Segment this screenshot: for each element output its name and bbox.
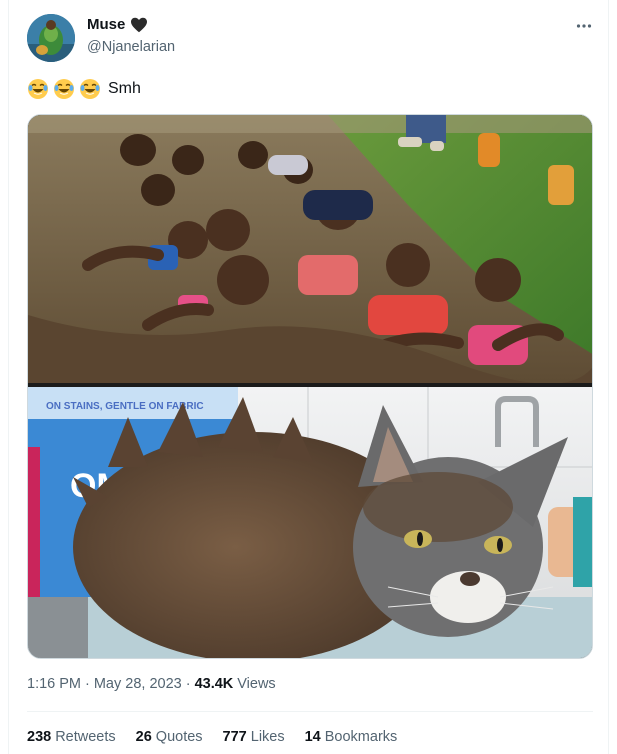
bookmarks-count: 14 [304,729,321,745]
muddy-cat-photo[interactable]: ON STAINS, GENTLE ON FABRIC OM [28,387,592,658]
retweets-stat[interactable]: 238 Retweets [27,729,116,745]
meta-separator: · [185,676,191,692]
author-display-name[interactable]: Muse [87,16,125,33]
avatar-image [27,14,75,62]
timeline-border-left [8,0,9,754]
black-heart-icon [130,17,148,33]
people-in-mud-photo[interactable] [28,115,592,383]
tweet-meta: 1:16 PM · May 28, 2023 · 43.4K Views [27,676,276,692]
retweets-count: 238 [27,729,52,745]
timeline-border-right [608,0,609,754]
tweet-text-row: Smh [27,78,141,100]
face-with-tears-of-joy-emoji [27,78,49,100]
face-with-tears-of-joy-emoji [53,78,75,100]
tweet-text: Smh [108,80,141,97]
media-grid: ON STAINS, GENTLE ON FABRIC OM [27,114,593,659]
divider [27,711,593,712]
likes-stat[interactable]: 777 Likes [223,729,285,745]
avatar[interactable] [27,14,75,62]
likes-count: 777 [222,729,247,745]
quotes-count: 26 [135,729,152,745]
views-count: 43.4K [194,676,234,692]
tweet-date[interactable]: May 28, 2023 [94,676,182,692]
likes-label: Likes [250,729,285,745]
bookmarks-stat[interactable]: 14 Bookmarks [305,729,398,745]
retweets-label: Retweets [55,729,116,745]
bookmarks-label: Bookmarks [324,729,398,745]
meta-separator: · [85,676,90,692]
quotes-stat[interactable]: 26 Quotes [136,729,203,745]
tweet-container: Muse @Njanelarian Smh ON STAINS, GENTLE … [0,0,617,754]
face-with-tears-of-joy-emoji [79,78,101,100]
views-label: Views [237,676,276,692]
author-handle[interactable]: @Njanelarian [87,39,175,55]
quotes-label: Quotes [155,729,203,745]
more-options-icon[interactable] [574,16,594,36]
engagement-stats: 238 Retweets 26 Quotes 777 Likes 14 Book… [27,729,397,745]
tweet-time[interactable]: 1:16 PM [27,676,81,692]
